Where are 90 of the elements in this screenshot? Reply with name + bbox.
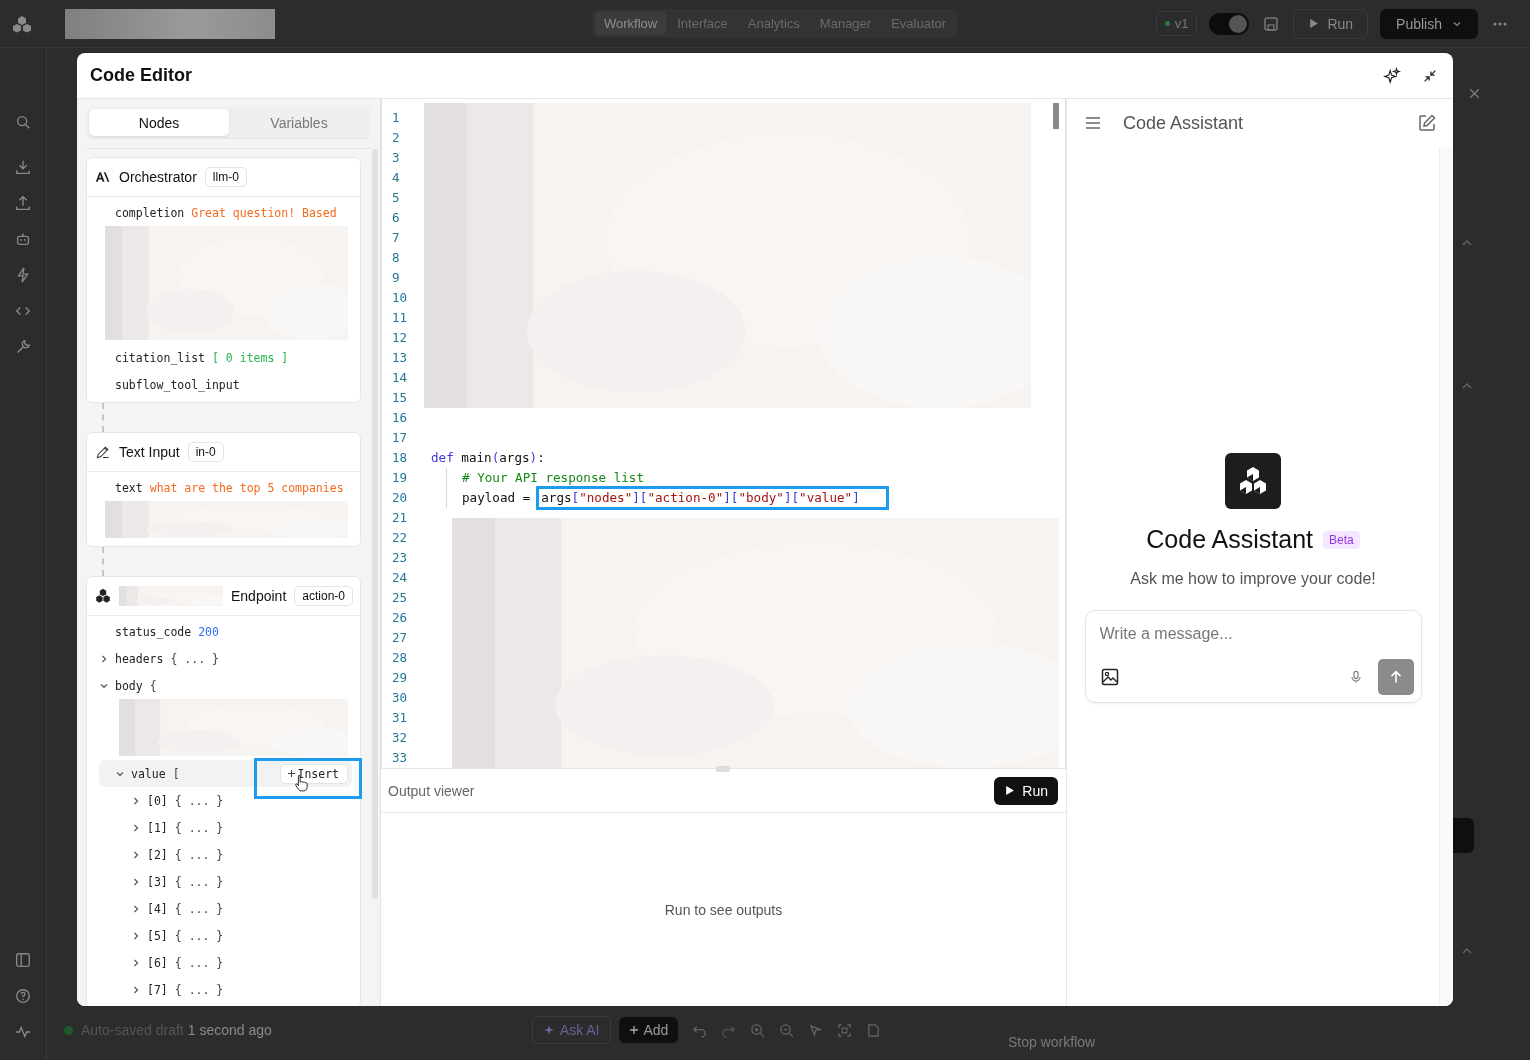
- line-number: 21: [391, 509, 409, 527]
- line-number: 22: [391, 529, 409, 547]
- add-button[interactable]: Add: [618, 1017, 679, 1043]
- empty-output-message: Run to see outputs: [664, 901, 783, 918]
- publish-button[interactable]: Publish: [1380, 8, 1478, 39]
- line-number: 30: [391, 689, 409, 707]
- node-id-badge: llm-0: [204, 167, 247, 187]
- node-title: Orchestrator: [119, 169, 197, 185]
- field-key: headers: [115, 651, 164, 666]
- line-number: 28: [391, 649, 409, 667]
- output-viewer-title: Output viewer: [388, 782, 475, 799]
- field-key: [3]: [147, 874, 168, 889]
- field-key: [2]: [147, 847, 168, 862]
- line-number: 25: [391, 589, 409, 607]
- code-line: def main(args):: [431, 449, 545, 467]
- node-title: Endpoint: [231, 588, 287, 604]
- line-number: 19: [391, 469, 409, 487]
- field-key: status_code: [115, 624, 192, 639]
- field-value: { ... }: [174, 982, 224, 997]
- field-key: body: [115, 678, 143, 693]
- line-number: 11: [391, 309, 409, 327]
- line-number: 32: [391, 729, 409, 747]
- line-number: 4: [391, 169, 401, 187]
- field-key: text: [115, 480, 143, 495]
- line-number: 31: [391, 709, 409, 727]
- assistant-title: Code Assistant: [1146, 525, 1314, 554]
- line-number: 16: [391, 409, 409, 427]
- field-value: {: [149, 678, 157, 693]
- line-number: 8: [391, 249, 401, 267]
- line-number: 13: [391, 349, 409, 367]
- field-value: { ... }: [170, 651, 219, 666]
- line-number: 24: [391, 569, 409, 587]
- version-badge[interactable]: v1: [1155, 11, 1198, 36]
- beta-badge: Beta: [1323, 530, 1360, 549]
- line-number: 26: [391, 609, 409, 627]
- line-number: 2: [391, 129, 401, 147]
- field-key: value: [131, 766, 166, 781]
- line-number: 23: [391, 549, 409, 567]
- line-number: 9: [391, 269, 401, 287]
- node-title: Text Input: [119, 444, 180, 460]
- line-number: 27: [391, 629, 409, 647]
- field-key: [4]: [147, 901, 168, 916]
- line-number: 5: [391, 189, 401, 207]
- node-id-badge: action-0: [294, 586, 353, 606]
- line-number: 33: [391, 749, 409, 767]
- nav-tab[interactable]: Workflow: [595, 12, 667, 35]
- field-value: { ... }: [174, 793, 224, 808]
- field-key: [0]: [147, 793, 168, 808]
- tab[interactable]: Nodes: [89, 109, 229, 136]
- dialog-title: Code Editor: [90, 65, 192, 86]
- line-number: 10: [391, 289, 409, 307]
- field-value: [: [172, 766, 180, 781]
- field-value: { ... }: [174, 820, 224, 835]
- field-key: [7]: [147, 982, 168, 997]
- ask-ai-button[interactable]: Ask AI: [531, 1016, 611, 1044]
- stop-workflow-card[interactable]: Stop workflow: [978, 1031, 1488, 1050]
- line-number: 6: [391, 209, 401, 227]
- field-key: citation_list: [115, 350, 205, 365]
- insert-button[interactable]: Insert: [280, 763, 348, 784]
- field-value: 200: [198, 624, 219, 639]
- field-value: { ... }: [174, 901, 224, 916]
- line-number: 20: [391, 489, 409, 507]
- field-value: { ... }: [174, 874, 224, 889]
- line-number: 18: [391, 449, 409, 467]
- field-key: completion: [115, 205, 185, 220]
- field-key: subflow_tool_input: [115, 377, 240, 392]
- line-number: 15: [391, 389, 409, 407]
- panel-title: Code Assistant: [1123, 112, 1244, 134]
- run-button[interactable]: Run: [994, 776, 1058, 805]
- line-number: 3: [391, 149, 401, 167]
- line-number: 7: [391, 229, 401, 247]
- tab[interactable]: Variables: [229, 109, 369, 136]
- line-number: 14: [391, 369, 409, 387]
- field-key: [1]: [147, 820, 168, 835]
- field-value: Great question! Based: [191, 205, 337, 220]
- line-number: 29: [391, 669, 409, 687]
- field-value: [ 0 items ]: [212, 350, 289, 365]
- field-value: what are the top 5 companies: [149, 480, 344, 495]
- run-button[interactable]: Run: [1293, 8, 1369, 39]
- highlighted-code: args["nodes"]["action-0"]["body"]["value"]: [536, 486, 889, 510]
- field-value: { ... }: [174, 928, 224, 943]
- field-key: [5]: [147, 928, 168, 943]
- field-value: { ... }: [174, 955, 224, 970]
- line-number: 17: [391, 429, 409, 447]
- assistant-subtitle: Ask me how to improve your code!: [1130, 570, 1376, 588]
- line-number: 12: [391, 329, 409, 347]
- node-id-badge: in-0: [187, 442, 224, 462]
- field-value: { ... }: [174, 847, 224, 862]
- field-key: [6]: [147, 955, 168, 970]
- line-number: 1: [391, 109, 401, 127]
